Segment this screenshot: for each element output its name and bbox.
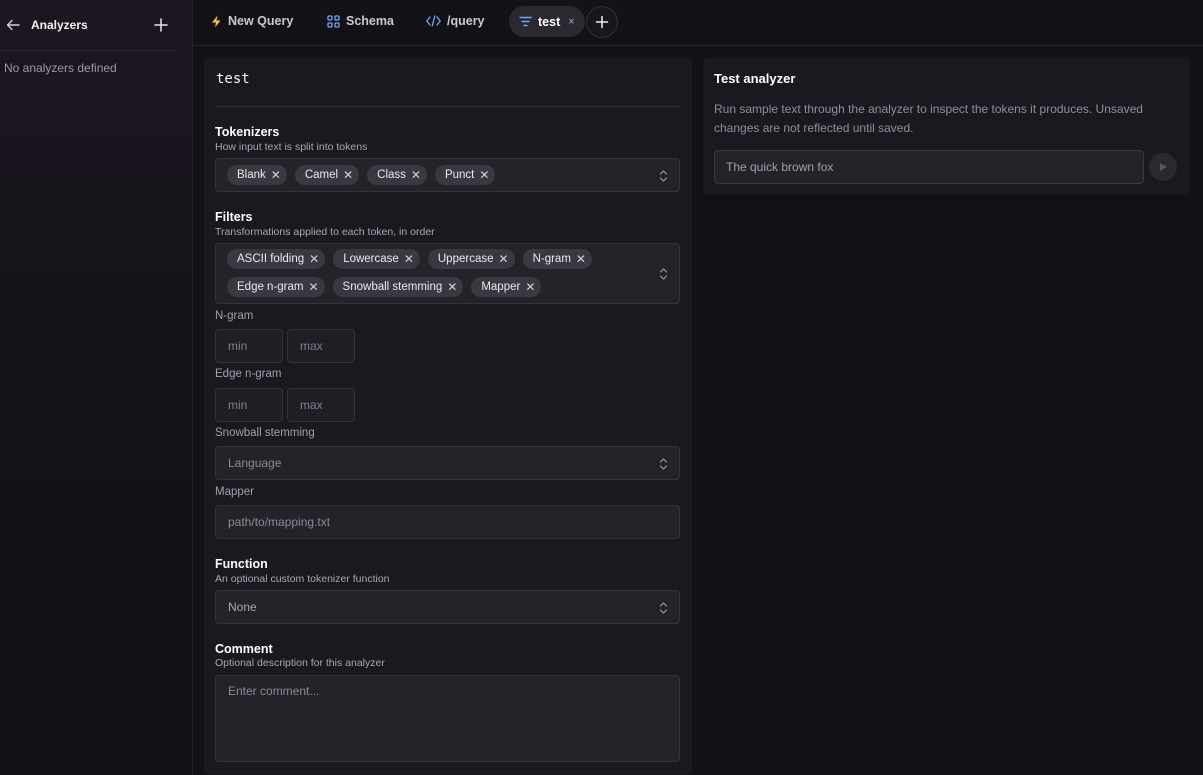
- comment-textarea[interactable]: Enter comment...: [215, 675, 680, 762]
- filter-chips-row2: Edge n-gram ✕ Snowball stemming ✕ Mapper ✕: [227, 277, 647, 297]
- mapper-placeholder: path/to/mapping.txt: [228, 515, 331, 529]
- chip-label: N-gram: [532, 253, 571, 265]
- comment-title: Comment: [215, 642, 273, 656]
- comment-placeholder: Enter comment...: [228, 684, 320, 698]
- ngram-min-input[interactable]: min: [215, 329, 283, 363]
- language-placeholder: Language: [228, 456, 282, 470]
- filters-select[interactable]: ASCII folding ✕ Lowercase ✕ Uppercase ✕ N-g…: [215, 243, 680, 304]
- run-button[interactable]: [1149, 153, 1177, 181]
- function-value: None: [228, 600, 257, 614]
- divider: [215, 106, 680, 107]
- chip-label: Mapper: [481, 281, 521, 293]
- chip: Edge n-gram ✕: [227, 277, 325, 297]
- chip: Punct ✕: [434, 165, 496, 185]
- tab-schema[interactable]: Schema: [327, 0, 394, 42]
- edge-ngram-min-input[interactable]: min: [215, 388, 283, 422]
- code-icon: [426, 15, 441, 27]
- chip-label: Class: [377, 169, 406, 181]
- chip-label: Edge n-gram: [237, 281, 304, 293]
- remove-icon[interactable]: ✕: [411, 169, 421, 181]
- chip-label: Blank: [237, 169, 266, 181]
- chip: Mapper ✕: [471, 277, 542, 297]
- play-icon: [1160, 163, 1167, 171]
- tab-label: /query: [447, 14, 485, 28]
- remove-icon[interactable]: ✕: [404, 253, 414, 265]
- chip: Uppercase ✕: [427, 249, 515, 269]
- tokenizers-subtitle: How input text is split into tokens: [215, 141, 368, 153]
- function-select[interactable]: None: [215, 590, 680, 624]
- remove-icon[interactable]: ✕: [525, 281, 535, 293]
- filter-icon: [519, 16, 532, 27]
- lightning-icon: [212, 15, 221, 27]
- tab-test[interactable]: test ×: [509, 6, 585, 37]
- chevron-updown-icon: [659, 268, 668, 280]
- language-select[interactable]: Language: [215, 446, 680, 480]
- tab-bar: New Query Schema /query test ×: [193, 0, 1203, 46]
- arrow-left-icon[interactable]: [5, 17, 21, 33]
- chip: Class ✕: [367, 165, 427, 185]
- chip-label: ASCII folding: [237, 253, 305, 265]
- test-analyzer-panel: Test analyzer Run sample text through th…: [703, 58, 1190, 195]
- tab-label: Schema: [346, 14, 394, 28]
- mapper-label: Mapper: [215, 486, 254, 498]
- schema-icon: [327, 14, 340, 28]
- remove-icon[interactable]: ✕: [271, 169, 281, 181]
- tokenizer-chips: Blank ✕ Camel ✕ Class ✕ Punct ✕: [227, 165, 647, 185]
- tab-new-query[interactable]: New Query: [211, 0, 293, 42]
- chip: N-gram ✕: [522, 249, 592, 269]
- empty-state-text: No analyzers defined: [4, 61, 117, 75]
- remove-icon[interactable]: ✕: [447, 281, 457, 293]
- chip-label: Camel: [304, 169, 339, 181]
- analyzer-editor-panel: test Tokenizers How input text is split …: [204, 58, 692, 774]
- analyzer-name[interactable]: test: [216, 71, 250, 87]
- chip-label: Punct: [444, 169, 475, 181]
- sample-text-input[interactable]: The quick brown fox: [714, 150, 1144, 184]
- close-icon[interactable]: ×: [568, 16, 574, 28]
- chip: ASCII folding ✕: [227, 249, 326, 269]
- mapper-path-input[interactable]: path/to/mapping.txt: [215, 505, 680, 539]
- remove-icon[interactable]: ✕: [343, 169, 353, 181]
- tab-query[interactable]: /query: [426, 0, 485, 42]
- chevron-updown-icon: [659, 602, 668, 614]
- edge-ngram-label: Edge n-gram: [215, 368, 282, 380]
- sidebar: Analyzers No analyzers defined: [0, 0, 193, 775]
- remove-icon[interactable]: ✕: [499, 253, 509, 265]
- plus-icon[interactable]: [152, 16, 170, 34]
- tokenizers-select[interactable]: Blank ✕ Camel ✕ Class ✕ Punct ✕: [215, 158, 680, 192]
- chip: Blank ✕: [227, 165, 287, 185]
- filters-subtitle: Transformations applied to each token, i…: [215, 226, 435, 238]
- test-analyzer-title: Test analyzer: [714, 71, 796, 86]
- sidebar-header: Analyzers: [0, 0, 177, 51]
- test-analyzer-description: Run sample text through the analyzer to …: [714, 102, 1143, 135]
- ngram-max-input[interactable]: max: [287, 329, 355, 363]
- ngram-label: N-gram: [215, 310, 254, 322]
- comment-subtitle: Optional description for this analyzer: [215, 657, 385, 669]
- tokenizers-title: Tokenizers: [215, 125, 280, 139]
- plus-icon: [595, 15, 609, 29]
- remove-icon[interactable]: ✕: [576, 253, 586, 265]
- snowball-label: Snowball stemming: [215, 427, 315, 439]
- sidebar-title: Analyzers: [31, 18, 88, 32]
- tab-label: New Query: [228, 14, 294, 28]
- chevron-updown-icon: [659, 170, 668, 182]
- chip: Camel ✕: [294, 165, 360, 185]
- function-subtitle: An optional custom tokenizer function: [215, 573, 390, 585]
- remove-icon[interactable]: ✕: [479, 169, 489, 181]
- add-tab-button[interactable]: [586, 6, 618, 38]
- tab-label: test: [538, 14, 561, 29]
- chip: Snowball stemming ✕: [332, 277, 464, 297]
- chip-label: Snowball stemming: [342, 281, 443, 293]
- chip-label: Uppercase: [437, 253, 494, 265]
- filters-title: Filters: [215, 210, 253, 224]
- chip-label: Lowercase: [343, 253, 399, 265]
- remove-icon[interactable]: ✕: [309, 253, 319, 265]
- chip: Lowercase ✕: [333, 249, 420, 269]
- remove-icon[interactable]: ✕: [308, 281, 318, 293]
- edge-ngram-max-input[interactable]: max: [287, 388, 355, 422]
- filter-chips-row1: ASCII folding ✕ Lowercase ✕ Uppercase ✕ N-g…: [227, 249, 647, 269]
- chevron-updown-icon: [659, 458, 668, 470]
- function-title: Function: [215, 557, 268, 571]
